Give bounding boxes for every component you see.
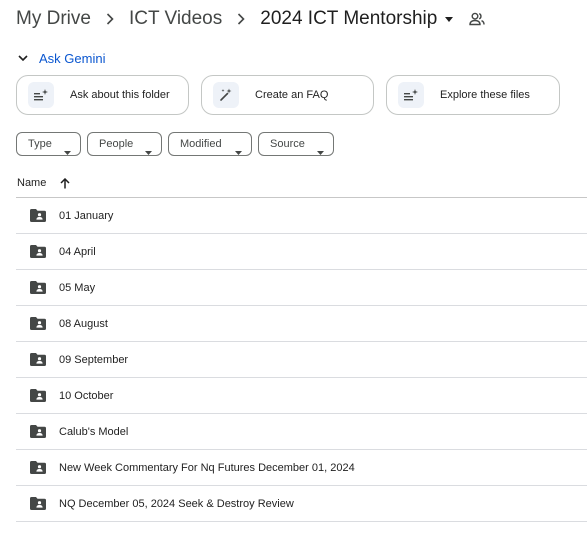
shared-folder-icon [30,208,46,223]
chip-label: People [99,138,134,150]
shared-folder-icon [30,460,46,475]
caret-down-icon [235,142,242,160]
file-name: New Week Commentary For Nq Futures Decem… [59,461,355,474]
breadcrumb-current-folder[interactable]: 2024 ICT Mentorship [260,8,437,30]
folder-row[interactable]: Calub's Model [16,414,587,450]
chip-label: Type [28,138,52,150]
shared-folder-icon [30,280,46,295]
breadcrumb-ict-videos[interactable]: ICT Videos [129,8,222,30]
folder-row[interactable]: New Week Commentary For Nq Futures Decem… [16,450,587,486]
ask-gemini-label: Ask Gemini [39,50,106,66]
folder-row[interactable]: 09 September [16,342,587,378]
file-name: Calub's Model [59,425,129,438]
file-name: 10 October [59,389,114,402]
file-name: 04 April [59,245,96,258]
file-name: 08 August [59,317,108,330]
shared-folder-icon [30,388,46,403]
chip-label: Modified [180,138,222,150]
name-column-header[interactable]: Name [17,172,70,194]
filter-source-chip[interactable]: Source [258,132,334,156]
shared-folder-icon [30,424,46,439]
card-label: Explore these files [440,89,530,101]
breadcrumb: My Drive ICT Videos 2024 ICT Mentorship [16,6,486,32]
folder-row[interactable]: 01 January [16,198,587,234]
shared-folder-icon [30,244,46,259]
shared-folder-icon [30,352,46,367]
chevron-down-icon [16,51,30,65]
shared-folder-icon [30,316,46,331]
name-column-label: Name [17,177,47,189]
card-label: Create an FAQ [255,89,329,101]
magic-wand-icon [213,82,239,108]
file-name: NQ December 05, 2024 Seek & Destroy Revi… [59,497,294,510]
folder-row[interactable]: 04 April [16,234,587,270]
caret-down-icon[interactable] [445,16,454,22]
list-sparkle-icon [28,82,54,108]
file-name: 01 January [59,209,114,222]
filter-type-chip[interactable]: Type [16,132,81,156]
ask-about-folder-button[interactable]: Ask about this folder [16,75,189,115]
folder-row[interactable]: NQ December 05, 2024 Seek & Destroy Revi… [16,486,587,522]
ask-gemini-toggle[interactable]: Ask Gemini [16,48,105,68]
caret-down-icon [145,142,152,160]
create-faq-button[interactable]: Create an FAQ [201,75,374,115]
caret-down-icon [64,142,71,160]
chevron-right-icon [105,12,115,26]
shared-folder-icon [30,496,46,511]
list-sparkle-icon [398,82,424,108]
sort-ascending-arrow-icon[interactable] [60,177,70,189]
folder-row[interactable]: 08 August [16,306,587,342]
chip-label: Source [270,138,305,150]
breadcrumb-my-drive[interactable]: My Drive [16,8,91,30]
filter-people-chip[interactable]: People [87,132,162,156]
folder-row[interactable]: 10 October [16,378,587,414]
caret-down-icon [317,142,324,160]
shared-people-icon[interactable] [469,12,486,26]
card-label: Ask about this folder [70,89,170,101]
file-name: 09 September [59,353,129,366]
explore-files-button[interactable]: Explore these files [386,75,560,115]
chevron-right-icon [236,12,246,26]
filter-modified-chip[interactable]: Modified [168,132,252,156]
file-name: 05 May [59,281,96,294]
folder-row[interactable]: 05 May [16,270,587,306]
